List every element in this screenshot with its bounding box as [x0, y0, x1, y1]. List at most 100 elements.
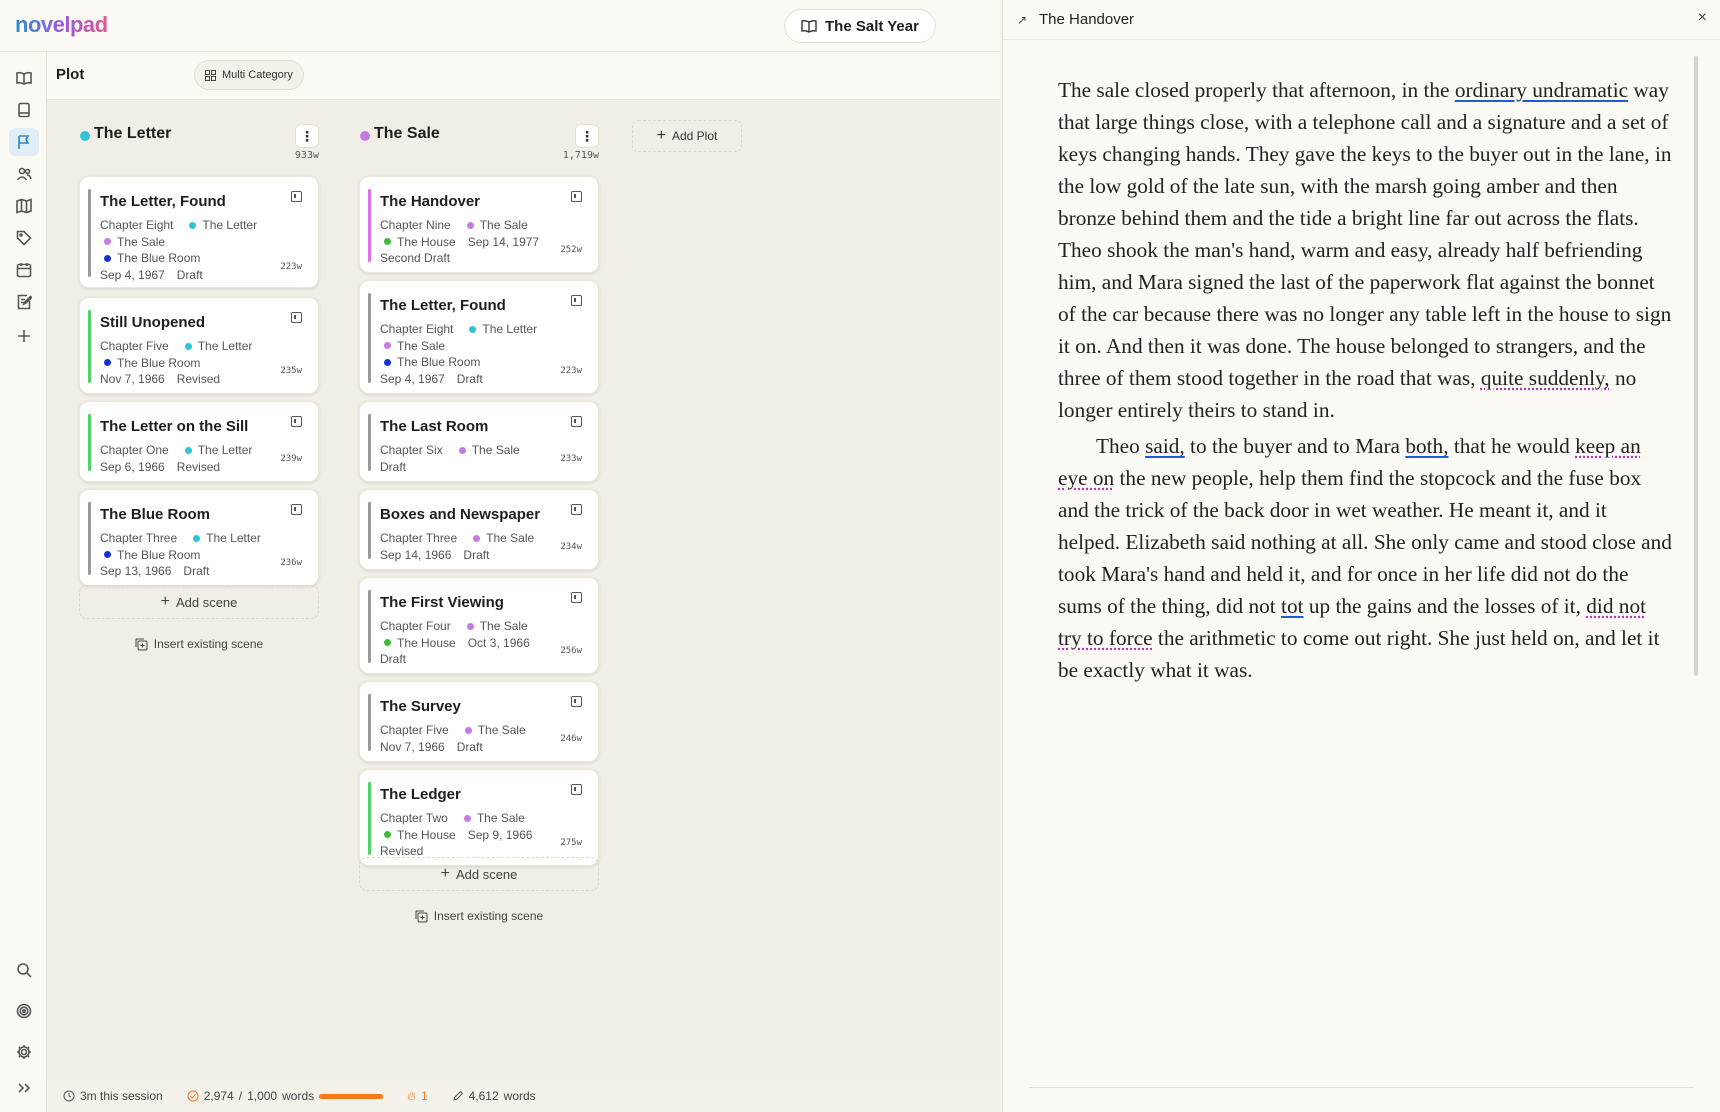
manuscript-nav-button[interactable] — [9, 64, 39, 92]
open-panel-icon[interactable] — [571, 592, 582, 603]
open-panel-icon[interactable] — [571, 504, 582, 515]
scene-card[interactable]: The Letter on the Sill Chapter One The Le… — [79, 401, 319, 482]
text-run: way that large things close, with a tele… — [1058, 78, 1672, 390]
flagged-phrase[interactable]: ordinary undramatic — [1455, 78, 1628, 102]
scene-title: The Letter, Found — [100, 193, 226, 210]
insert-existing-scene-button[interactable]: Insert existing scene — [359, 906, 599, 926]
column-menu-button[interactable]: ⋮ — [295, 124, 319, 148]
tag-color-dot — [193, 535, 200, 542]
scene-card[interactable]: The Survey Chapter Five The Sale Nov 7, 19… — [359, 681, 599, 762]
project-selector[interactable]: The Salt Year — [784, 9, 936, 43]
scene-meta-line: Chapter Eight The Letter — [380, 322, 543, 336]
add-nav-button[interactable] — [9, 322, 39, 350]
map-nav-button[interactable] — [9, 192, 39, 220]
scene-title: The Blue Room — [100, 506, 210, 523]
scene-card[interactable]: The Letter, Found Chapter Eight The Lette… — [79, 176, 319, 288]
open-panel-icon[interactable] — [291, 312, 302, 323]
scene-meta-line: Nov 7, 1966 Revised — [100, 372, 226, 386]
column-title[interactable]: The Sale — [374, 125, 440, 143]
scene-text[interactable]: The sale closed properly that afternoon,… — [1058, 74, 1673, 690]
open-panel-icon[interactable] — [571, 295, 582, 306]
scene-status-bar — [368, 293, 371, 383]
tags-nav-button[interactable] — [9, 224, 39, 252]
plot-nav-button[interactable] — [9, 128, 39, 156]
scene-meta: Revised — [380, 844, 423, 858]
scrollbar[interactable] — [1694, 56, 1698, 676]
scene-card[interactable]: The Ledger Chapter Two The Sale The House S… — [359, 769, 599, 866]
flagged-phrase[interactable]: tot — [1281, 594, 1303, 618]
total-words[interactable]: 4,612 words — [452, 1089, 536, 1103]
insert-existing-scene-button[interactable]: Insert existing scene — [79, 634, 319, 654]
target-icon — [16, 1003, 32, 1019]
scene-title: The Handover — [380, 193, 480, 210]
text-run: to the buyer and to Mara — [1185, 434, 1406, 458]
scene-meta: The Letter — [482, 322, 537, 336]
add-scene-button[interactable]: + Add scene — [359, 857, 599, 891]
map-icon — [16, 198, 32, 214]
scene-meta-line: Chapter Three The Sale — [380, 531, 540, 545]
notes-nav-button[interactable] — [9, 288, 39, 316]
characters-nav-button[interactable] — [9, 160, 39, 188]
flagged-phrase[interactable]: quite suddenly, — [1481, 366, 1610, 390]
scene-meta: The Sale — [117, 235, 165, 249]
add-scene-button[interactable]: + Add scene — [79, 585, 319, 619]
expand-icon[interactable]: ↗︎ — [1017, 13, 1027, 27]
tag-color-dot — [104, 359, 111, 366]
scene-meta: Draft — [177, 268, 203, 282]
tag-color-dot — [104, 551, 111, 558]
scene-meta-line: The Blue Room — [380, 355, 486, 369]
open-panel-icon[interactable] — [291, 416, 302, 427]
expand-rail-button[interactable] — [9, 1074, 39, 1102]
flagged-phrase[interactable]: both, — [1405, 434, 1448, 458]
scene-word-count: 239w — [280, 454, 302, 464]
multi-category-button[interactable]: Multi Category — [194, 60, 304, 90]
search-button[interactable] — [9, 956, 39, 984]
flagged-phrase[interactable]: said, — [1145, 434, 1185, 458]
scene-card[interactable]: The First Viewing Chapter Four The Sale Th… — [359, 577, 599, 674]
scene-status-bar — [368, 782, 371, 855]
column-menu-button[interactable]: ⋮ — [575, 124, 599, 148]
column-color-dot — [80, 131, 90, 141]
tag-color-dot — [104, 238, 111, 245]
scene-word-count: 235w — [280, 366, 302, 376]
scene-card[interactable]: The Last Room Chapter Six The Sale Draft 23… — [359, 401, 599, 482]
scene-meta: Sep 9, 1966 — [468, 828, 533, 842]
plus-icon: + — [657, 127, 666, 145]
pencil-icon — [452, 1090, 464, 1102]
scene-meta: Chapter Five — [380, 723, 449, 737]
session-timer[interactable]: 3m this session — [63, 1089, 163, 1103]
scene-status-bar — [88, 189, 91, 277]
open-panel-icon[interactable] — [291, 504, 302, 515]
scene-meta: The Sale — [397, 339, 445, 353]
open-panel-icon[interactable] — [291, 191, 302, 202]
plus-icon — [16, 328, 32, 344]
goal-check-icon — [187, 1090, 199, 1102]
column-title[interactable]: The Letter — [94, 125, 171, 143]
scene-meta: The Sale — [478, 723, 526, 737]
scene-meta: Chapter Three — [100, 531, 177, 545]
settings-button[interactable] — [9, 1038, 39, 1066]
open-panel-icon[interactable] — [571, 416, 582, 427]
open-panel-icon[interactable] — [571, 696, 582, 707]
close-icon[interactable]: × — [1698, 9, 1707, 27]
add-plot-button[interactable]: + Add Plot — [632, 120, 742, 152]
app-logo[interactable]: novelpad — [15, 12, 108, 38]
text-run: up the gains and the losses of it, — [1304, 594, 1587, 618]
streak-counter[interactable]: 🔥︎ 1 — [407, 1089, 428, 1104]
scene-meta: Oct 3, 1966 — [468, 636, 530, 650]
scene-meta: Chapter Three — [380, 531, 457, 545]
scene-meta: Draft — [380, 652, 406, 666]
calendar-nav-button[interactable] — [9, 256, 39, 284]
notebook-nav-button[interactable] — [9, 96, 39, 124]
scene-card[interactable]: The Handover Chapter Nine The Sale The Hou… — [359, 176, 599, 273]
daily-goal[interactable]: 2,974 / 1,000 words — [187, 1089, 383, 1103]
open-panel-icon[interactable] — [571, 191, 582, 202]
scene-meta-line: Second Draft — [380, 251, 456, 265]
open-panel-icon[interactable] — [571, 784, 582, 795]
scene-card[interactable]: The Blue Room Chapter Three The Letter The… — [79, 489, 319, 586]
scene-meta: Chapter Eight — [380, 322, 453, 336]
scene-card[interactable]: Still Unopened Chapter Five The Letter The… — [79, 297, 319, 394]
goals-button[interactable] — [9, 997, 39, 1025]
scene-card[interactable]: Boxes and Newspaper Chapter Three The Sal… — [359, 489, 599, 570]
scene-card[interactable]: The Letter, Found Chapter Eight The Lette… — [359, 280, 599, 394]
